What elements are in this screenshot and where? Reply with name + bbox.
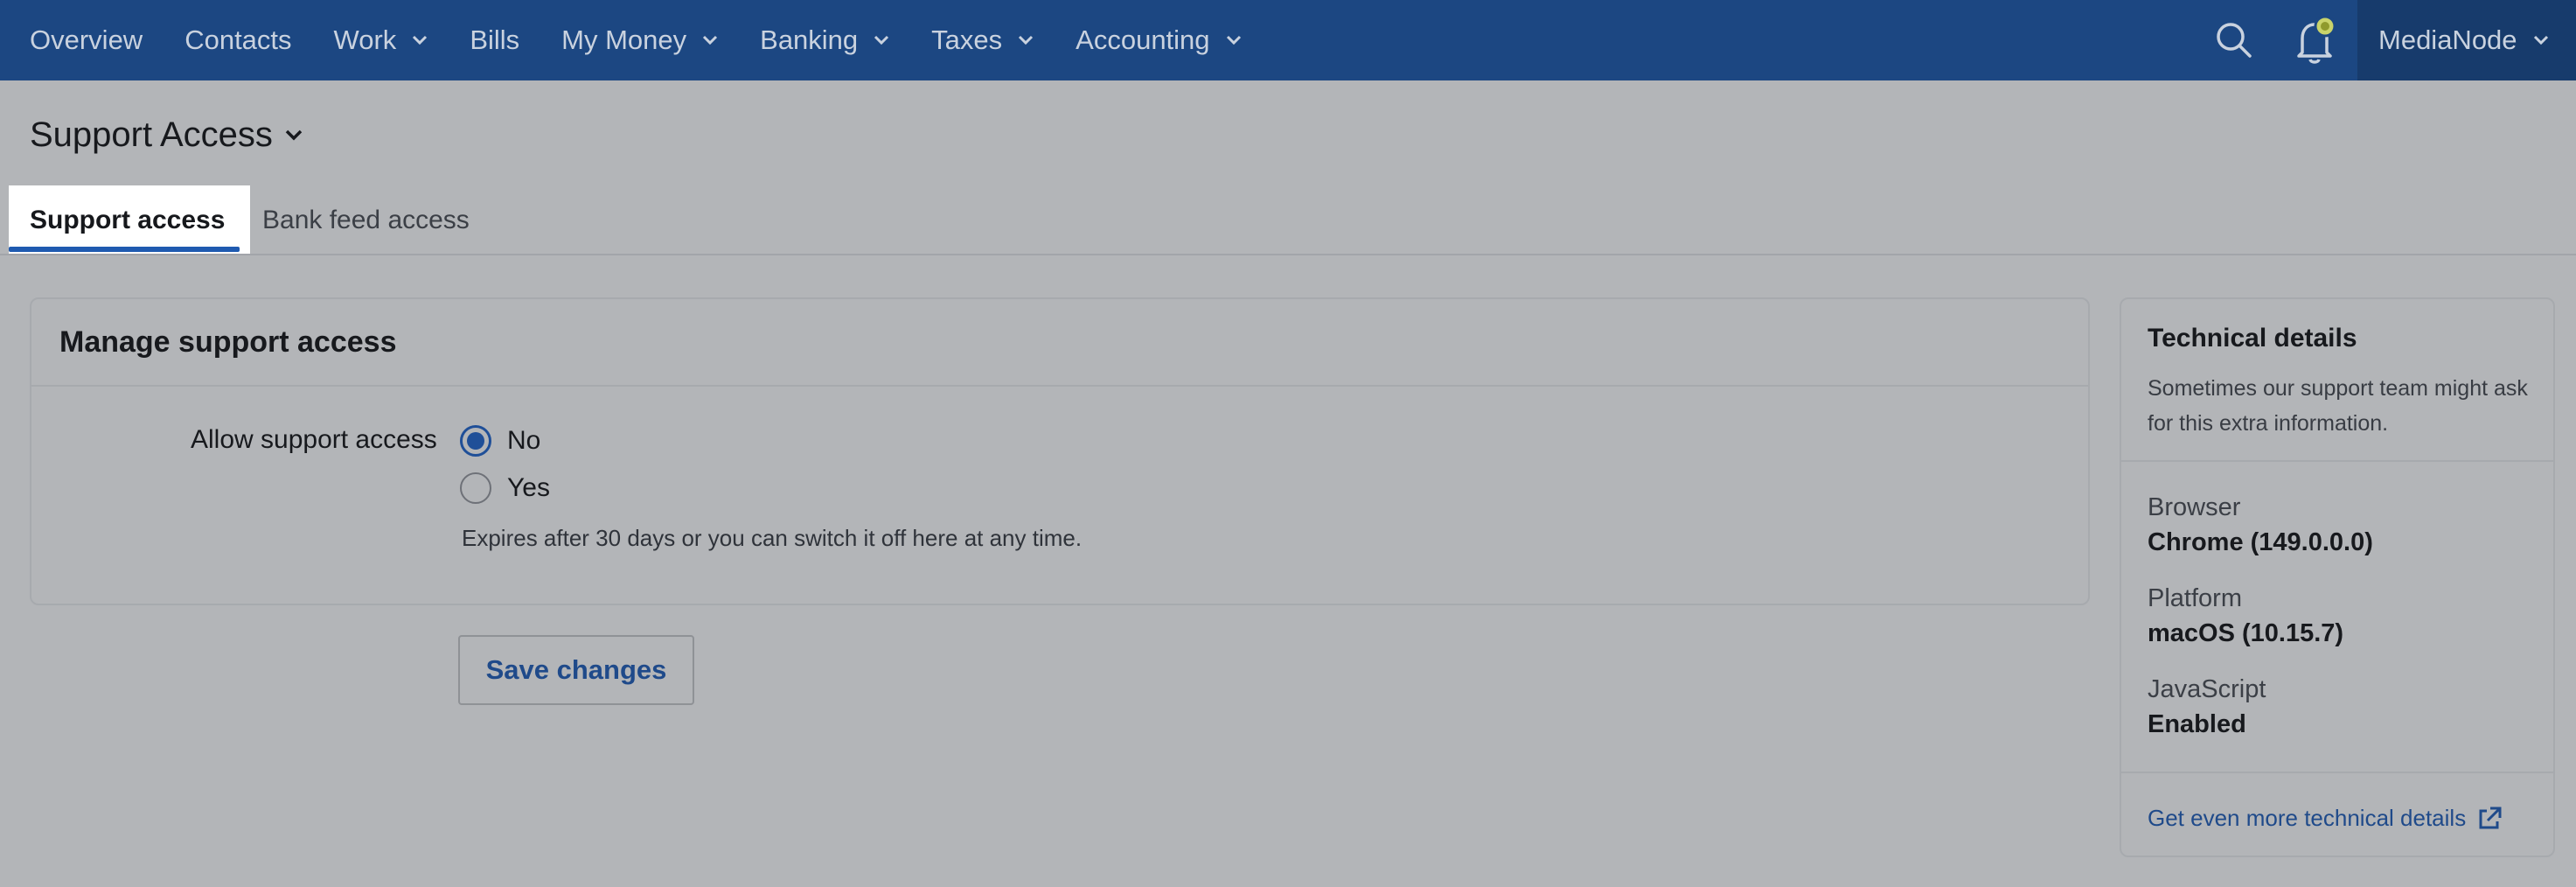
- more-technical-details-link[interactable]: Get even more technical details: [2148, 805, 2503, 832]
- tab-label: Support access: [30, 206, 226, 234]
- notifications-button[interactable]: [2275, 0, 2357, 80]
- nav-item-work[interactable]: Work: [313, 0, 449, 80]
- chevron-down-icon: [1019, 35, 1034, 45]
- link-label: Get even more technical details: [2148, 805, 2467, 831]
- nav-item-label: Overview: [30, 24, 143, 55]
- nav-right-group: MediaNode: [2193, 0, 2576, 80]
- radio-selected-dot: [467, 432, 484, 450]
- tabs-divider: [0, 254, 2576, 255]
- nav-item-label: Taxes: [931, 24, 1003, 55]
- radio-option-yes[interactable]: Yes: [460, 472, 550, 504]
- page-title-dropdown[interactable]: Support Access: [30, 115, 303, 155]
- search-button[interactable]: [2193, 0, 2275, 80]
- panel-divider: [2121, 772, 2553, 773]
- nav-item-my-money[interactable]: My Money: [540, 0, 739, 80]
- technical-details-title: Technical details: [2148, 324, 2357, 353]
- top-navigation: Overview Contacts Work Bills My Money Ba…: [0, 0, 2576, 80]
- tab-bank-feed-access[interactable]: Bank feed access: [250, 185, 491, 255]
- page-title: Support Access: [30, 115, 273, 154]
- search-icon: [2217, 23, 2252, 58]
- manage-support-access-card: Manage support access Allow support acce…: [30, 297, 2090, 605]
- nav-item-label: Work: [333, 24, 397, 55]
- nav-item-banking[interactable]: Banking: [739, 0, 910, 80]
- expiry-help-text: Expires after 30 days or you can switch …: [462, 525, 1083, 551]
- external-link-icon: [2479, 807, 2502, 828]
- browser-label: Browser: [2148, 493, 2241, 521]
- bell-icon: [2297, 15, 2336, 64]
- panel-divider: [2121, 460, 2553, 462]
- radio-label-no: No: [507, 426, 541, 455]
- radio-button-no[interactable]: [460, 425, 491, 457]
- radio-button-yes[interactable]: [460, 472, 491, 504]
- chevron-down-icon: [1226, 35, 1241, 45]
- nav-item-accounting[interactable]: Accounting: [1055, 0, 1262, 80]
- nav-item-label: My Money: [561, 24, 687, 55]
- nav-item-taxes[interactable]: Taxes: [910, 0, 1055, 80]
- javascript-value: Enabled: [2148, 710, 2246, 738]
- nav-item-label: Accounting: [1076, 24, 1210, 55]
- chevron-down-icon: [874, 35, 889, 45]
- nav-item-overview[interactable]: Overview: [0, 0, 164, 80]
- chevron-down-icon: [413, 35, 428, 45]
- organization-name: MediaNode: [2378, 24, 2517, 55]
- save-changes-button[interactable]: Save changes: [458, 635, 694, 705]
- tab-support-access[interactable]: Support access: [9, 185, 250, 255]
- chevron-down-icon: [703, 35, 718, 45]
- allow-support-access-label: Allow support access: [191, 425, 437, 454]
- nav-item-label: Contacts: [184, 24, 292, 55]
- nav-item-label: Bills: [470, 24, 520, 55]
- chevron-down-icon: [2533, 35, 2548, 45]
- organization-switcher[interactable]: MediaNode: [2357, 0, 2576, 80]
- tab-bar: Support access Bank feed access: [9, 185, 491, 255]
- technical-details-panel: Technical details Sometimes our support …: [2120, 297, 2555, 857]
- nav-item-contacts[interactable]: Contacts: [164, 0, 312, 80]
- card-heading: Manage support access: [31, 299, 2088, 387]
- browser-value: Chrome (149.0.0.0): [2148, 528, 2373, 556]
- technical-details-description: Sometimes our support team might ask for…: [2148, 376, 2528, 436]
- radio-option-no[interactable]: No: [460, 425, 540, 457]
- chevron-down-icon: [285, 129, 303, 141]
- platform-label: Platform: [2148, 584, 2242, 612]
- radio-label-yes: Yes: [507, 473, 550, 502]
- javascript-label: JavaScript: [2148, 675, 2266, 703]
- nav-item-bills[interactable]: Bills: [449, 0, 540, 80]
- platform-value: macOS (10.15.7): [2148, 619, 2344, 647]
- nav-item-label: Banking: [760, 24, 859, 55]
- tab-label: Bank feed access: [262, 206, 470, 234]
